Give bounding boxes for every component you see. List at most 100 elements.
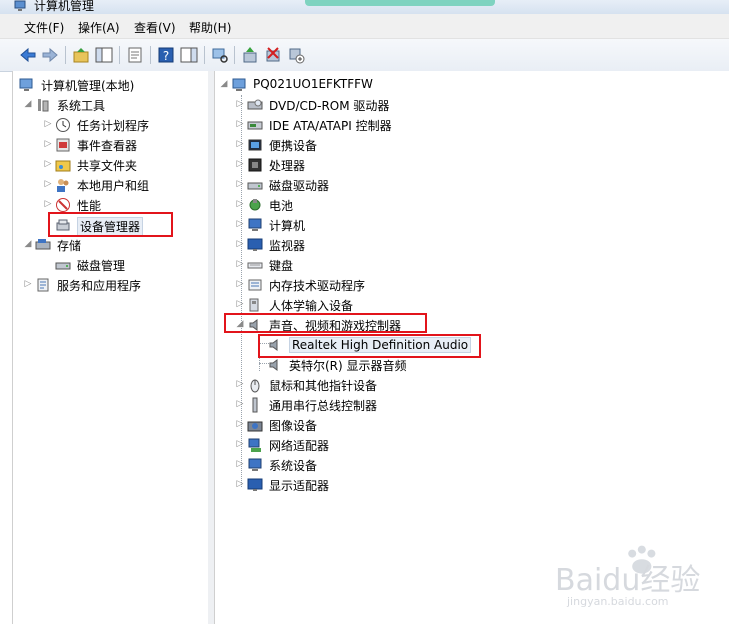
tree-label: 计算机管理(本地)	[41, 79, 135, 93]
expand-arrow-icon[interactable]: ▷	[235, 478, 245, 490]
expand-arrow-icon[interactable]: ▷	[235, 158, 245, 170]
expand-arrow-icon[interactable]: ▷	[235, 138, 245, 150]
ide-controller-icon	[247, 117, 263, 133]
menu-action[interactable]: 操作(A)	[76, 19, 122, 36]
tree-root-computer-management[interactable]: 计算机管理(本地)	[17, 75, 197, 95]
properties-icon[interactable]	[125, 45, 145, 65]
expand-arrow-icon[interactable]: ▷	[235, 198, 245, 210]
tree-item-services-apps[interactable]: ▷ 服务和应用程序	[23, 275, 203, 295]
expand-arrow-icon[interactable]: ▷	[235, 378, 245, 390]
device-category-disk[interactable]: ▷ 磁盘驱动器	[235, 175, 435, 195]
device-category-label: 键盘	[269, 259, 294, 273]
expand-arrow-icon[interactable]: ▷	[43, 118, 53, 130]
update-driver-icon[interactable]	[240, 45, 260, 65]
action-pane-icon[interactable]	[179, 45, 199, 65]
uninstall-device-icon[interactable]	[263, 45, 283, 65]
menu-bar: 文件(F) 操作(A) 查看(V) 帮助(H)	[0, 14, 729, 39]
expand-arrow-icon[interactable]: ▷	[235, 238, 245, 250]
up-folder-icon[interactable]	[71, 45, 91, 65]
baidu-watermark: Baidu经验 jingyan.baidu.com	[555, 543, 725, 613]
event-viewer-icon	[55, 137, 71, 153]
scan-hardware-icon[interactable]	[210, 45, 230, 65]
device-category-memory-tech[interactable]: ▷ 内存技术驱动程序	[235, 275, 455, 295]
disable-device-icon[interactable]	[286, 45, 306, 65]
expand-arrow-icon[interactable]: ▷	[235, 178, 245, 190]
highlight-box-realtek-audio	[258, 334, 481, 358]
expand-arrow-icon[interactable]: ▷	[43, 158, 53, 170]
device-category-label: 磁盘驱动器	[269, 179, 330, 193]
device-category-label: 内存技术驱动程序	[269, 279, 366, 293]
device-category-keyboard[interactable]: ▷ 键盘	[235, 255, 435, 275]
speaker-icon	[267, 357, 283, 373]
expand-arrow-icon[interactable]: ▷	[235, 98, 245, 110]
expand-arrow-icon[interactable]: ▷	[235, 118, 245, 130]
device-category-network[interactable]: ▷ 网络适配器	[235, 435, 435, 455]
tree-label: 服务和应用程序	[57, 279, 142, 293]
svg-text:?: ?	[163, 49, 169, 63]
tree-item-system-tools[interactable]: ◢ 系统工具	[23, 95, 193, 115]
device-category-portable[interactable]: ▷ 便携设备	[235, 135, 435, 155]
console-tree-icon[interactable]	[94, 45, 114, 65]
device-category-system[interactable]: ▷ 系统设备	[235, 455, 435, 475]
expand-arrow-icon[interactable]: ▷	[235, 438, 245, 450]
device-category-computer[interactable]: ▷ 计算机	[235, 215, 435, 235]
console-tree-pane[interactable]: 计算机管理(本地) ◢ 系统工具 ▷ 任务计划程序 ▷ 事件查看器 ▷ 共享文件…	[12, 71, 209, 624]
device-category-label: IDE ATA/ATAPI 控制器	[269, 119, 392, 133]
expand-arrow-icon[interactable]: ▷	[235, 398, 245, 410]
device-category-usb[interactable]: ▷ 通用串行总线控制器	[235, 395, 455, 415]
help-icon[interactable]: ?	[156, 45, 176, 65]
portable-device-icon	[247, 137, 263, 153]
expand-arrow-icon[interactable]: ▷	[235, 458, 245, 470]
expand-arrow-icon[interactable]: ▷	[23, 278, 33, 290]
toolbar-separator	[204, 46, 205, 64]
expand-arrow-icon[interactable]: ▷	[43, 138, 53, 150]
collapse-arrow-icon[interactable]: ◢	[219, 78, 229, 90]
expand-arrow-icon[interactable]: ▷	[43, 178, 53, 190]
menu-help[interactable]: 帮助(H)	[187, 19, 233, 36]
tree-item-task-scheduler[interactable]: ▷ 任务计划程序	[43, 115, 193, 135]
expand-arrow-icon[interactable]: ▷	[235, 418, 245, 430]
title-accent	[305, 0, 495, 6]
expand-arrow-icon[interactable]: ▷	[235, 258, 245, 270]
tree-item-shared-folders[interactable]: ▷ 共享文件夹	[43, 155, 193, 175]
tree-item-disk-management[interactable]: 磁盘管理	[43, 255, 193, 275]
system-tools-icon	[35, 97, 51, 113]
forward-arrow-icon[interactable]	[40, 45, 60, 65]
system-device-icon	[247, 457, 263, 473]
collapse-arrow-icon[interactable]: ◢	[23, 98, 33, 110]
device-category-ide[interactable]: ▷ IDE ATA/ATAPI 控制器	[235, 115, 435, 135]
memory-device-icon	[247, 277, 263, 293]
device-category-display[interactable]: ▷ 显示适配器	[235, 475, 435, 495]
expand-arrow-icon[interactable]: ▷	[235, 298, 245, 310]
expand-arrow-icon[interactable]: ▷	[43, 198, 53, 210]
device-category-monitor[interactable]: ▷ 监视器	[235, 235, 435, 255]
menu-view[interactable]: 查看(V)	[132, 19, 178, 36]
tree-label: 系统工具	[57, 99, 106, 113]
tree-item-event-viewer[interactable]: ▷ 事件查看器	[43, 135, 193, 155]
expand-arrow-icon[interactable]: ▷	[235, 278, 245, 290]
device-category-battery[interactable]: ▷ 电池	[235, 195, 435, 215]
device-category-label: 电池	[269, 199, 294, 213]
computer-management-icon	[14, 0, 28, 12]
device-category-processor[interactable]: ▷ 处理器	[235, 155, 435, 175]
device-category-label: 图像设备	[269, 419, 318, 433]
device-category-label: 便携设备	[269, 139, 318, 153]
tree-item-storage[interactable]: ◢ 存储	[23, 235, 193, 255]
back-arrow-icon[interactable]	[18, 45, 38, 65]
menu-file[interactable]: 文件(F)	[22, 19, 66, 36]
device-label: 英特尔(R) 显示器音频	[289, 359, 407, 373]
pane-splitter[interactable]	[208, 71, 215, 624]
tree-item-local-users[interactable]: ▷ 本地用户和组	[43, 175, 193, 195]
collapse-arrow-icon[interactable]: ◢	[23, 238, 33, 250]
device-category-imaging[interactable]: ▷ 图像设备	[235, 415, 435, 435]
expand-arrow-icon[interactable]: ▷	[235, 218, 245, 230]
device-category-mouse[interactable]: ▷ 鼠标和其他指针设备	[235, 375, 455, 395]
dvd-drive-icon	[247, 97, 263, 113]
tree-label: 本地用户和组	[77, 179, 150, 193]
device-intel-display-audio[interactable]: 英特尔(R) 显示器音频	[255, 355, 475, 375]
device-category-hid[interactable]: ▷ 人体学输入设备	[235, 295, 455, 315]
tree-root-computer[interactable]: ◢ PQ021UO1EFKTFFW	[219, 75, 459, 95]
watermark-brand: Baidu经验	[555, 563, 701, 598]
device-category-dvd[interactable]: ▷ DVD/CD-ROM 驱动器	[235, 95, 435, 115]
computer-name: PQ021UO1EFKTFFW	[253, 77, 373, 91]
